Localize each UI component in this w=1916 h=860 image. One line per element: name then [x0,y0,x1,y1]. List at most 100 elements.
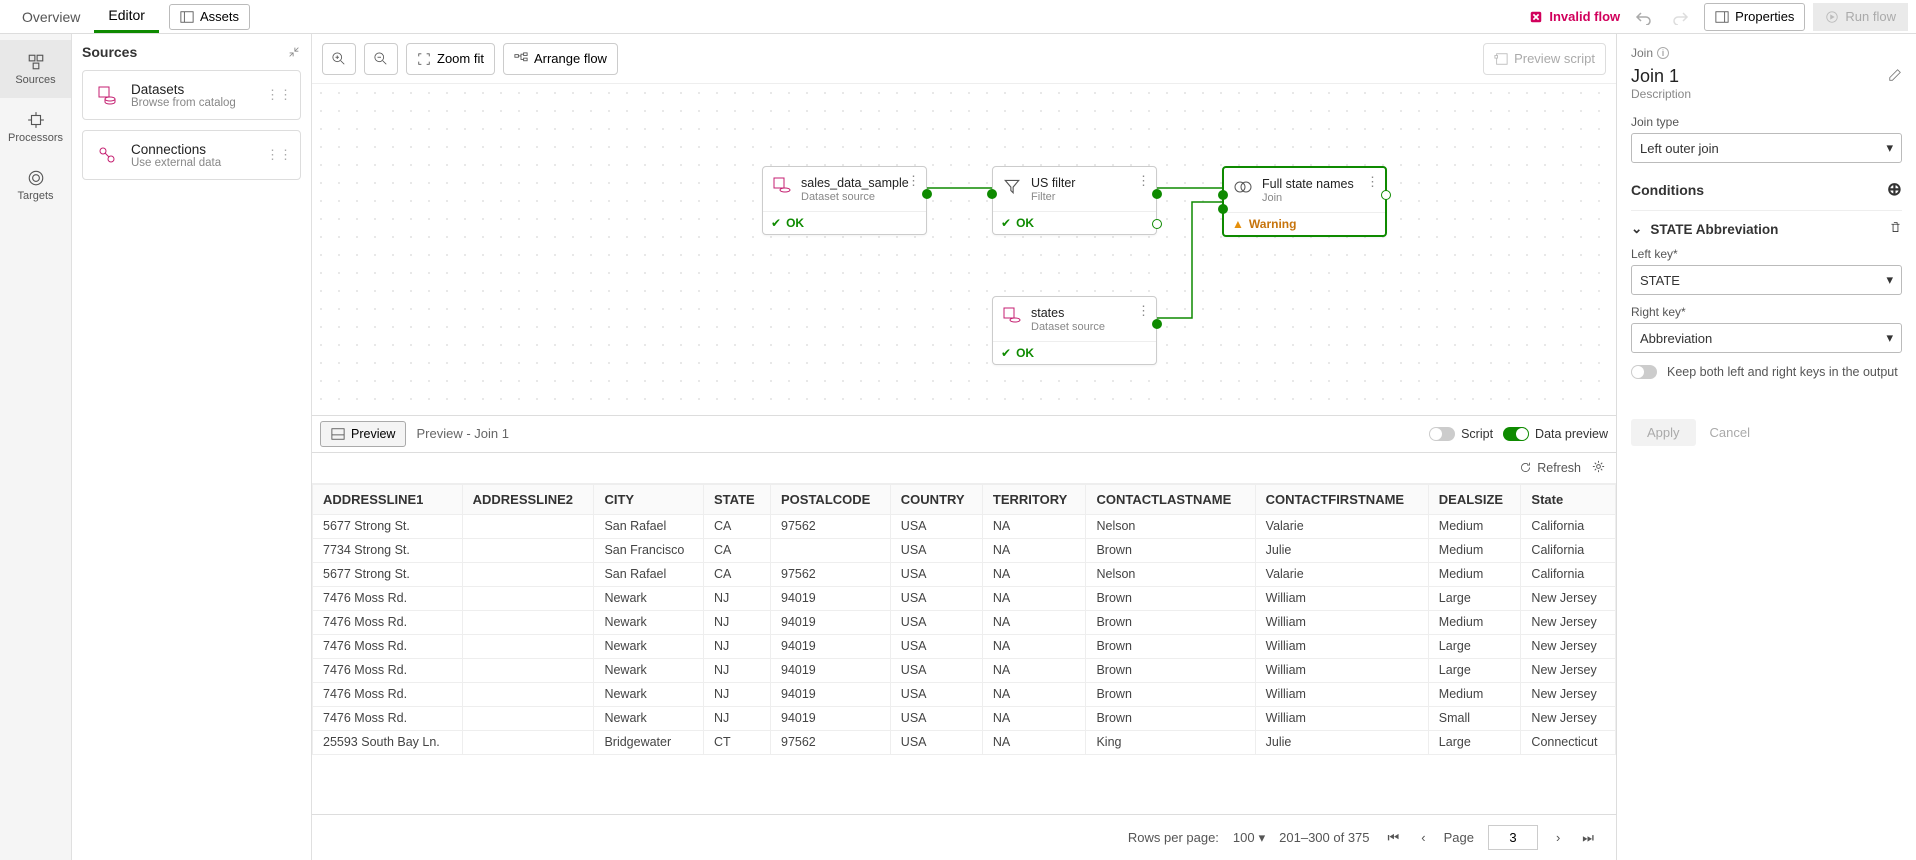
table-cell: CA [704,562,771,586]
table-cell: 5677 Strong St. [313,562,463,586]
table-row[interactable]: 7734 Strong St.San FranciscoCAUSANABrown… [313,538,1616,562]
table-cell: New Jersey [1521,706,1616,730]
column-header[interactable]: ADDRESSLINE2 [462,484,594,514]
node-menu-icon[interactable]: ⋮ [1137,303,1150,319]
table-cell: Medium [1428,682,1521,706]
column-header[interactable]: CONTACTLASTNAME [1086,484,1255,514]
rows-per-page-select[interactable]: 100 ▾ [1233,830,1265,846]
column-header[interactable]: DEALSIZE [1428,484,1521,514]
input-port[interactable] [987,189,997,199]
panel-icon [331,427,345,441]
node-states[interactable]: states Dataset source ⋮ ✔OK [992,296,1157,365]
table-row[interactable]: 5677 Strong St.San RafaelCA97562USANANel… [313,562,1616,586]
extra-port[interactable] [1152,219,1162,229]
run-flow-label: Run flow [1845,9,1896,24]
table-row[interactable]: 7476 Moss Rd.NewarkNJ94019USANABrownWill… [313,586,1616,610]
chevron-down-icon[interactable]: ⌄ [1631,221,1642,237]
input-port-1[interactable] [1218,190,1228,200]
node-menu-icon[interactable]: ⋮ [1366,174,1379,190]
data-preview-toggle[interactable] [1503,427,1529,441]
tab-editor[interactable]: Editor [94,0,159,33]
table-cell: USA [890,562,982,586]
rail-targets[interactable]: Targets [0,156,71,214]
node-sales-data-sample[interactable]: sales_data_sample Dataset source ⋮ ✔OK [762,166,927,235]
source-card-connections[interactable]: Connections Use external data ⋮⋮ [82,130,301,180]
table-cell: 94019 [771,634,891,658]
table-cell: NJ [704,658,771,682]
next-page-button[interactable]: › [1552,826,1564,849]
edit-icon[interactable] [1888,68,1902,85]
node-menu-icon[interactable]: ⋮ [1137,173,1150,189]
collapse-icon[interactable] [287,45,301,59]
table-cell [462,730,594,754]
zoom-fit-button[interactable]: Zoom fit [406,43,495,75]
node-us-filter[interactable]: US filter Filter ⋮ ✔OK [992,166,1157,235]
node-full-state-names[interactable]: Full state names Join ⋮ ▲Warning [1222,166,1387,237]
undo-button[interactable] [1628,2,1658,32]
dataset-source-icon [771,175,793,197]
script-toggle-label: Script [1461,427,1493,441]
chevron-down-icon: ▾ [1886,272,1893,288]
column-header[interactable]: COUNTRY [890,484,982,514]
output-port[interactable] [1152,319,1162,329]
node-status-text: OK [1016,216,1034,230]
add-condition-button[interactable]: ⊕ [1887,179,1902,200]
data-table[interactable]: ADDRESSLINE1ADDRESSLINE2CITYSTATEPOSTALC… [312,484,1616,815]
check-icon: ✔ [1001,216,1011,230]
table-row[interactable]: 7476 Moss Rd.NewarkNJ94019USANABrownWill… [313,610,1616,634]
input-port-2[interactable] [1218,204,1228,214]
table-row[interactable]: 7476 Moss Rd.NewarkNJ94019USANABrownWill… [313,658,1616,682]
table-row[interactable]: 5677 Strong St.San RafaelCA97562USANANel… [313,514,1616,538]
table-row[interactable]: 7476 Moss Rd.NewarkNJ94019USANABrownWill… [313,706,1616,730]
node-menu-icon[interactable]: ⋮ [907,173,920,189]
output-port[interactable] [922,189,932,199]
assets-button[interactable]: Assets [169,4,250,30]
left-rail: Sources Processors Targets [0,34,72,860]
output-port[interactable] [1381,190,1391,200]
column-header[interactable]: CITY [594,484,704,514]
source-card-datasets[interactable]: Datasets Browse from catalog ⋮⋮ [82,70,301,120]
zoom-in-button[interactable] [322,43,356,75]
column-header[interactable]: STATE [704,484,771,514]
card-connections-sub: Use external data [131,157,221,169]
table-cell: New Jersey [1521,634,1616,658]
properties-button[interactable]: Properties [1704,3,1805,31]
info-icon[interactable]: i [1657,47,1669,59]
page-input[interactable] [1488,825,1538,850]
last-page-button[interactable]: ⏭ [1578,826,1598,850]
first-page-button[interactable]: ⏮ [1384,826,1404,850]
arrange-flow-button[interactable]: Arrange flow [503,43,618,75]
zoom-out-button[interactable] [364,43,398,75]
settings-icon[interactable] [1591,459,1606,477]
drag-handle-icon[interactable]: ⋮⋮ [266,147,292,163]
canvas-toolbar: Zoom fit Arrange flow Preview script [312,34,1616,84]
rail-sources[interactable]: Sources [0,40,71,98]
output-port[interactable] [1152,189,1162,199]
table-cell: 7476 Moss Rd. [313,682,463,706]
preview-button[interactable]: Preview [320,421,406,447]
refresh-button[interactable]: Refresh [1519,461,1581,475]
right-key-select[interactable]: Abbreviation ▾ [1631,323,1902,353]
table-row[interactable]: 7476 Moss Rd.NewarkNJ94019USANABrownWill… [313,634,1616,658]
script-toggle[interactable] [1429,427,1455,441]
redo-button[interactable] [1666,2,1696,32]
tab-overview[interactable]: Overview [8,0,94,33]
column-header[interactable]: TERRITORY [982,484,1086,514]
table-row[interactable]: 25593 South Bay Ln.BridgewaterCT97562USA… [313,730,1616,754]
join-type-select[interactable]: Left outer join ▾ [1631,133,1902,163]
flow-canvas[interactable]: sales_data_sample Dataset source ⋮ ✔OK U… [312,84,1616,415]
prev-page-button[interactable]: ‹ [1417,826,1429,849]
column-header[interactable]: POSTALCODE [771,484,891,514]
keep-both-keys-toggle[interactable] [1631,365,1657,379]
table-cell: William [1255,586,1428,610]
delete-condition-button[interactable] [1889,221,1902,237]
drag-handle-icon[interactable]: ⋮⋮ [266,87,292,103]
table-cell: William [1255,658,1428,682]
rail-processors[interactable]: Processors [0,98,71,156]
column-header[interactable]: State [1521,484,1616,514]
column-header[interactable]: CONTACTFIRSTNAME [1255,484,1428,514]
left-key-select[interactable]: STATE ▾ [1631,265,1902,295]
column-header[interactable]: ADDRESSLINE1 [313,484,463,514]
table-row[interactable]: 7476 Moss Rd.NewarkNJ94019USANABrownWill… [313,682,1616,706]
sources-panel-title: Sources [82,44,137,60]
